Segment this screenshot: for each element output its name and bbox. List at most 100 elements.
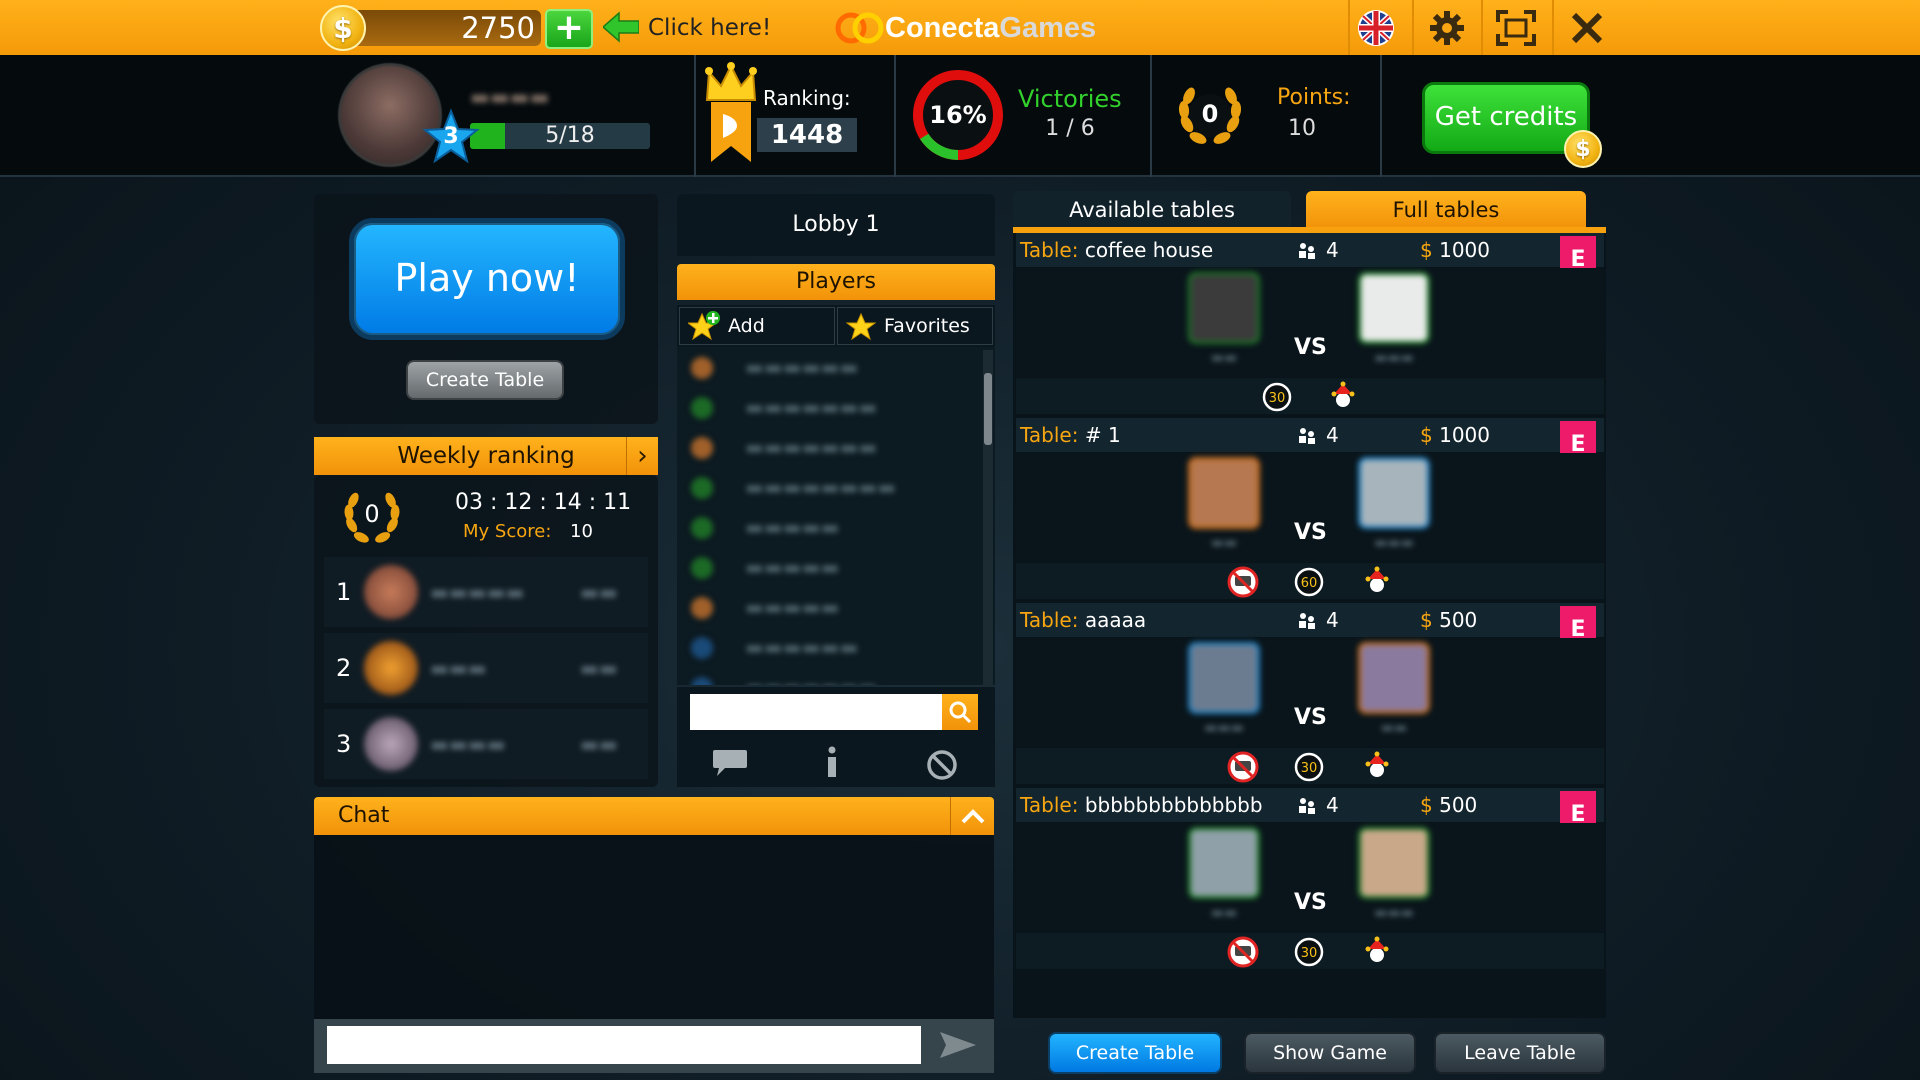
info-icon[interactable] xyxy=(825,746,839,778)
avatar-name-blurred: ▬▬▬ xyxy=(1374,350,1414,366)
list-item[interactable]: ▬▬▬▬▬▬▬ xyxy=(677,667,977,685)
lobby-title: Lobby 1 xyxy=(677,194,995,256)
table-row[interactable] xyxy=(1016,268,1604,377)
avatar xyxy=(1188,642,1260,714)
list-item[interactable]: ▬▬▬▬▬ xyxy=(677,547,977,587)
table-name: coffee house xyxy=(1084,238,1214,262)
chat-input[interactable] xyxy=(327,1026,921,1064)
table-bet: $ 500 xyxy=(1420,608,1477,632)
list-item[interactable]: ▬▬▬▬▬ xyxy=(677,507,977,547)
ranking-value: 1448 xyxy=(770,120,844,150)
send-button[interactable] xyxy=(930,1026,986,1064)
list-item[interactable]: ▬▬▬▬▬▬ xyxy=(677,627,977,667)
fullscreen-icon xyxy=(1496,9,1536,46)
players-icon xyxy=(1299,798,1315,814)
players-icon xyxy=(1299,613,1315,629)
table-players-count: 4 xyxy=(1326,423,1339,447)
rank-number: 2 xyxy=(336,654,352,682)
players-icon xyxy=(1299,428,1315,444)
player-name-blurred: ▬▬▬▬▬▬ xyxy=(745,635,859,659)
chat-messages xyxy=(314,835,994,1019)
table-bet-value: 1000 xyxy=(1439,238,1490,262)
avatar-name-blurred: ▬▬▬ xyxy=(1374,905,1414,921)
points-value: 10 xyxy=(1288,116,1316,141)
status-dot xyxy=(691,677,713,685)
add-label: Add xyxy=(728,315,765,337)
table-bet-value: 500 xyxy=(1439,793,1478,817)
table-bet-value: 500 xyxy=(1439,608,1478,632)
table-players-count: 4 xyxy=(1326,608,1339,632)
ranking-label: Ranking: xyxy=(763,86,851,110)
close-button[interactable] xyxy=(1553,0,1621,55)
add-credits-button[interactable]: + xyxy=(545,9,593,49)
settings-button[interactable] xyxy=(1413,0,1481,55)
show-game-button[interactable]: Show Game xyxy=(1244,1032,1416,1074)
tab-full-tables[interactable]: Full tables xyxy=(1306,191,1586,229)
table-players: 4 xyxy=(1296,236,1366,264)
crown-ribbon-icon xyxy=(705,62,757,162)
scrollbar-thumb[interactable] xyxy=(984,373,992,445)
list-item[interactable]: ▬▬▬▬▬▬▬ xyxy=(677,427,977,467)
play-now-button[interactable]: Play now! xyxy=(349,218,625,340)
weekly-ranking-header: Weekly ranking xyxy=(314,437,658,475)
language-button[interactable] xyxy=(1342,0,1410,55)
chat-bubble-icon[interactable] xyxy=(711,748,749,778)
list-item[interactable]: ▬▬▬▬▬▬▬▬ xyxy=(677,467,977,507)
avatar xyxy=(364,565,418,619)
laurel-value: 0 xyxy=(1201,100,1219,128)
collapse-chat-button[interactable] xyxy=(950,797,994,835)
click-here-link[interactable]: Click here! xyxy=(648,12,771,44)
table-players: 4 xyxy=(1296,421,1366,449)
table-row[interactable] xyxy=(1016,638,1604,747)
level-number: 3 xyxy=(443,124,459,149)
status-dot xyxy=(691,557,713,579)
tab-available-tables[interactable]: Available tables xyxy=(1013,191,1291,229)
search-button[interactable] xyxy=(942,694,978,730)
send-icon xyxy=(940,1032,976,1058)
no-chat-icon xyxy=(1227,566,1259,598)
vs-label: VS xyxy=(1294,705,1327,730)
coin-icon: $ xyxy=(1564,130,1602,168)
dollar-sign: $ xyxy=(1420,608,1433,632)
player-name-blurred: ▬▬▬▬▬ xyxy=(745,555,840,579)
vs-label: VS xyxy=(1294,335,1327,360)
favorites-tab[interactable]: Favorites xyxy=(837,307,993,345)
xp-text: 5/18 xyxy=(545,123,595,148)
my-score-value: 10 xyxy=(570,521,593,542)
divider xyxy=(894,55,896,177)
create-table-button[interactable]: Create Table xyxy=(1048,1032,1222,1074)
search-input[interactable] xyxy=(690,694,942,730)
rank-score-blurred: ▬▬ xyxy=(580,656,618,680)
status-dot xyxy=(691,637,713,659)
list-item[interactable]: ▬▬▬▬▬▬▬ xyxy=(677,387,977,427)
weekly-laurel-value: 0 xyxy=(364,500,380,528)
create-table-button[interactable]: Create Table xyxy=(406,360,564,400)
players-header: Players xyxy=(677,264,995,300)
add-favorite-button[interactable]: Add xyxy=(679,307,835,345)
timer-value: 30 xyxy=(1269,391,1286,406)
avatar xyxy=(1358,827,1430,899)
players-list[interactable]: ▬▬▬▬▬▬ ▬▬▬▬▬▬▬ ▬▬▬▬▬▬▬ ▬▬▬▬▬▬▬▬ ▬▬▬▬▬ ▬▬… xyxy=(677,347,995,685)
credits-value: 2750 xyxy=(461,11,535,45)
joker-icon xyxy=(1365,751,1389,777)
players-icon xyxy=(1299,243,1315,259)
avatar-name-blurred: ▬▬ xyxy=(1210,535,1238,551)
rank-score-blurred: ▬▬ xyxy=(580,580,618,604)
avatar xyxy=(364,717,418,771)
close-icon xyxy=(1571,12,1603,43)
timer-icon: 60 xyxy=(1294,567,1324,597)
player-name-blurred: ▬▬▬▬▬ xyxy=(745,595,840,619)
fullscreen-button[interactable] xyxy=(1482,0,1550,55)
coin-icon: $ xyxy=(320,5,366,51)
weekly-timer: 03 : 12 : 14 : 11 xyxy=(455,490,632,515)
table-row[interactable] xyxy=(1016,453,1604,562)
list-item[interactable]: ▬▬▬▬▬▬ xyxy=(677,347,977,387)
chevron-right-icon[interactable]: › xyxy=(626,437,658,475)
block-icon[interactable] xyxy=(926,749,958,781)
logo-mark-icon xyxy=(835,12,884,44)
leave-table-button[interactable]: Leave Table xyxy=(1434,1032,1606,1074)
table-row[interactable] xyxy=(1016,823,1604,932)
joker-icon xyxy=(1365,936,1389,962)
points-label: Points: xyxy=(1277,85,1351,110)
list-item[interactable]: ▬▬▬▬▬ xyxy=(677,587,977,627)
